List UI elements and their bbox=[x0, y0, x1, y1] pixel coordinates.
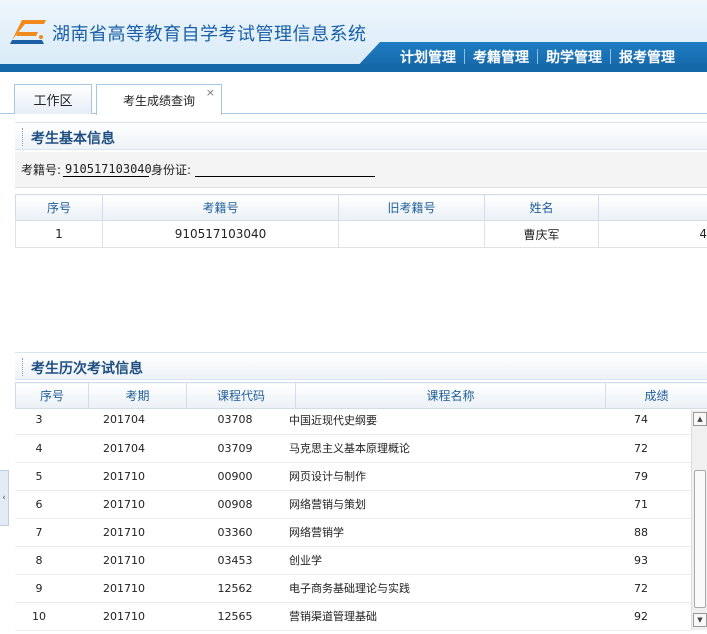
cell-course-name: 中国近现代史纲要 bbox=[285, 406, 591, 435]
cell-course-code: 12562 bbox=[185, 574, 285, 603]
table-row[interactable]: 8 201710 03453 创业学 93 bbox=[15, 546, 691, 575]
cell-seq: 6 bbox=[15, 490, 63, 519]
exam-no-label: 考籍号: bbox=[21, 163, 62, 177]
cell-term: 201704 bbox=[63, 434, 185, 463]
cell-course-name: 马克思主义基本原理概论 bbox=[285, 434, 591, 463]
section-basic-info: 考生基本信息 bbox=[15, 122, 707, 150]
section-basic-info-title: 考生基本信息 bbox=[31, 131, 115, 147]
cell-term: 201710 bbox=[63, 546, 185, 575]
cell-term: 201710 bbox=[63, 490, 185, 519]
cell-extra: 4 bbox=[598, 220, 707, 248]
app-header: 湖南省高等教育自学考试管理信息系统 计划管理 考籍管理 助学管理 报考管理 bbox=[0, 0, 707, 72]
cell-seq: 7 bbox=[15, 518, 63, 547]
cell-course-code: 03453 bbox=[185, 546, 285, 575]
tab-workspace-label: 工作区 bbox=[33, 94, 73, 109]
table-row[interactable]: 6 201710 00908 网络营销与策划 71 bbox=[15, 490, 691, 519]
tab-workspace[interactable]: 工作区 bbox=[14, 84, 92, 114]
cell-seq: 4 bbox=[15, 434, 63, 463]
cell-score: 74 bbox=[591, 406, 691, 435]
table-row[interactable]: 3 201704 03708 中国近现代史纲要 74 bbox=[15, 406, 691, 435]
cell-course-name: 网页设计与制作 bbox=[285, 462, 591, 491]
scroll-up-icon[interactable]: ▲ bbox=[693, 412, 707, 426]
col-old-no[interactable]: 旧考籍号 bbox=[338, 194, 485, 221]
cell-score: 92 bbox=[591, 602, 691, 631]
table-header-row: 序号 考期 课程代码 课程名称 成绩 bbox=[15, 382, 707, 409]
cell-seq: 3 bbox=[15, 406, 63, 435]
table-row[interactable]: 10 201710 12565 营销渠道管理基础 92 bbox=[15, 602, 691, 631]
tab-score-query[interactable]: 考生成绩查询 × bbox=[96, 84, 222, 115]
id-card-label: 身份证: bbox=[151, 163, 192, 177]
cell-course-code: 12565 bbox=[185, 602, 285, 631]
col-more[interactable] bbox=[598, 194, 707, 221]
cell-seq: 8 bbox=[15, 546, 63, 575]
cell-score: 88 bbox=[591, 518, 691, 547]
cell-course-code: 00908 bbox=[185, 490, 285, 519]
section-marker bbox=[22, 128, 23, 146]
history-header-table: 序号 考期 课程代码 课程名称 成绩 bbox=[15, 382, 707, 409]
cell-course-code: 00900 bbox=[185, 462, 285, 491]
cell-score: 93 bbox=[591, 546, 691, 575]
cell-term: 201710 bbox=[63, 518, 185, 547]
cell-seq: 10 bbox=[15, 602, 63, 631]
col-term[interactable]: 考期 bbox=[88, 382, 187, 409]
col-seq[interactable]: 序号 bbox=[15, 382, 89, 409]
cell-course-code: 03360 bbox=[185, 518, 285, 547]
search-row: 考籍号: 910517103040 身份证: bbox=[15, 152, 707, 188]
col-course-name[interactable]: 课程名称 bbox=[295, 382, 606, 409]
tab-bar: 工作区 考生成绩查询 × bbox=[0, 72, 707, 115]
col-course-code[interactable]: 课程代码 bbox=[186, 382, 296, 409]
cell-term: 201704 bbox=[63, 406, 185, 435]
table-header-row: 序号 考籍号 旧考籍号 姓名 bbox=[15, 194, 707, 221]
cell-seq: 9 bbox=[15, 574, 63, 603]
section-marker bbox=[22, 358, 23, 376]
cell-name: 曹庆军 bbox=[484, 220, 599, 248]
table-row[interactable]: 5 201710 00900 网页设计与制作 79 bbox=[15, 462, 691, 491]
cell-course-name: 网络营销与策划 bbox=[285, 490, 591, 519]
cell-course-name: 营销渠道管理基础 bbox=[285, 602, 591, 631]
app-title: 湖南省高等教育自学考试管理信息系统 bbox=[52, 24, 367, 45]
collapse-left-icon[interactable]: ‹ bbox=[0, 470, 9, 526]
cell-score: 79 bbox=[591, 462, 691, 491]
cell-course-name: 网络营销学 bbox=[285, 518, 591, 547]
cell-term: 201710 bbox=[63, 574, 185, 603]
history-body-table: 3 201704 03708 中国近现代史纲要 74 4 201704 03709 马克思主义基… bbox=[15, 406, 691, 631]
cell-course-name: 创业学 bbox=[285, 546, 591, 575]
cell-term: 201710 bbox=[63, 602, 185, 631]
table-row[interactable]: 7 201710 03360 网络营销学 88 bbox=[15, 518, 691, 547]
id-card-field[interactable] bbox=[195, 163, 376, 177]
nav-bar bbox=[0, 64, 707, 72]
cell-exam-no: 910517103040 bbox=[102, 220, 339, 248]
cell-seq: 5 bbox=[15, 462, 63, 491]
scroll-down-icon[interactable]: ▼ bbox=[693, 613, 707, 627]
cell-course-name: 电子商务基础理论与实践 bbox=[285, 574, 591, 603]
history-scrollbar[interactable]: ▲ ▼ bbox=[691, 410, 707, 630]
col-seq[interactable]: 序号 bbox=[15, 194, 103, 221]
cell-seq: 1 bbox=[15, 220, 103, 248]
tab-score-query-label: 考生成绩查询 bbox=[122, 93, 195, 108]
col-exam-no[interactable]: 考籍号 bbox=[102, 194, 339, 221]
table-row[interactable]: 9 201710 12562 电子商务基础理论与实践 72 bbox=[15, 574, 691, 603]
basic-info-table: 序号 考籍号 旧考籍号 姓名 1 910517103040 曹庆军 4 bbox=[15, 194, 707, 248]
cell-course-code: 03709 bbox=[185, 434, 285, 463]
section-exam-history-title: 考生历次考试信息 bbox=[31, 361, 143, 377]
cell-course-code: 03708 bbox=[185, 406, 285, 435]
cell-old-no bbox=[338, 220, 485, 248]
cell-score: 71 bbox=[591, 490, 691, 519]
section-exam-history: 考生历次考试信息 bbox=[15, 352, 707, 380]
cell-term: 201710 bbox=[63, 462, 185, 491]
table-row[interactable]: 4 201704 03709 马克思主义基本原理概论 72 bbox=[15, 434, 691, 463]
scroll-thumb[interactable] bbox=[694, 470, 706, 608]
cell-score: 72 bbox=[591, 574, 691, 603]
logo-icon bbox=[10, 20, 46, 44]
cell-score: 72 bbox=[591, 434, 691, 463]
col-score[interactable]: 成绩 bbox=[605, 382, 707, 409]
close-icon[interactable]: × bbox=[206, 86, 215, 99]
col-name[interactable]: 姓名 bbox=[484, 194, 599, 221]
exam-no-field[interactable]: 910517103040 bbox=[63, 162, 152, 177]
table-row[interactable]: 1 910517103040 曹庆军 4 bbox=[15, 220, 707, 248]
